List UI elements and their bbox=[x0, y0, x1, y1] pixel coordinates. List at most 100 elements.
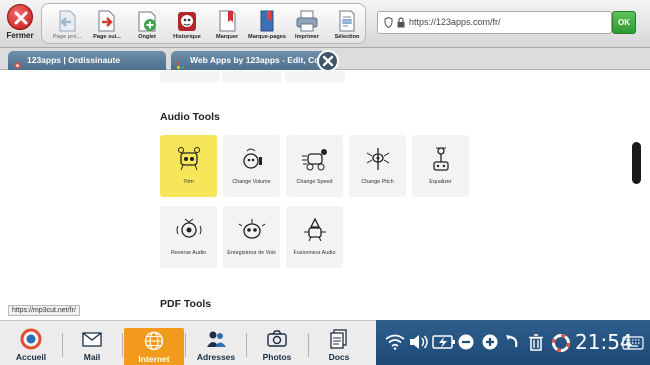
lock-icon bbox=[397, 17, 405, 28]
go-button[interactable]: OK bbox=[612, 11, 636, 34]
equalizer-robot-icon bbox=[433, 147, 449, 171]
close-app-button[interactable]: Fermer bbox=[2, 2, 38, 46]
history-button[interactable]: Historique bbox=[168, 7, 206, 43]
trim-robot-icon bbox=[178, 147, 200, 171]
voice-recorder-robot-icon bbox=[238, 219, 266, 239]
new-tab-icon bbox=[138, 11, 156, 32]
selection-button[interactable]: Sélection bbox=[328, 7, 366, 43]
close-icon bbox=[322, 55, 334, 67]
dock-label: Adresses bbox=[196, 352, 236, 362]
globe-icon bbox=[144, 331, 164, 351]
help-lifebuoy-icon[interactable] bbox=[552, 334, 570, 352]
dock-internet-button[interactable]: Internet bbox=[124, 328, 184, 365]
tool-card-reverse-audio[interactable]: Reverse Audio bbox=[160, 206, 217, 268]
bookmark-icon bbox=[219, 10, 236, 32]
tab-title: 123apps | Ordissinaute bbox=[27, 55, 121, 65]
volume-robot-icon bbox=[243, 148, 262, 169]
tab-favicon-icon bbox=[14, 57, 21, 69]
tool-card-change-pitch[interactable]: Change Pitch bbox=[349, 135, 406, 197]
tab-web-apps[interactable]: Web Apps by 123apps - Edit, Conv bbox=[171, 51, 327, 70]
trash-icon[interactable] bbox=[528, 334, 544, 351]
joiner-robot-icon bbox=[304, 217, 326, 242]
dock-label: Accueil bbox=[15, 352, 47, 362]
system-tray: 21:54 bbox=[376, 320, 650, 365]
bookmarks-icon bbox=[260, 10, 274, 32]
tab-title: Web Apps by 123apps - Edit, Conv bbox=[190, 55, 327, 65]
browser-toolbar: Fermer Page pré... Page sui... Onglet Hi… bbox=[0, 0, 650, 48]
tool-card-change-speed[interactable]: Change Speed bbox=[286, 135, 343, 197]
tool-card-audio-joiner[interactable]: Fusionneur Audio bbox=[286, 206, 343, 268]
toolbar-button-group: Page pré... Page sui... Onglet Historiqu… bbox=[41, 3, 366, 44]
previous-card-edge bbox=[285, 71, 345, 83]
dock-home-button[interactable]: Accueil bbox=[2, 326, 60, 365]
pdf-tools-heading: PDF Tools bbox=[160, 298, 212, 310]
dock-label: Docs bbox=[328, 352, 350, 362]
url-text: https://123apps.com/fr/ bbox=[409, 17, 501, 27]
dock-label: Internet bbox=[138, 354, 170, 364]
contacts-icon bbox=[207, 331, 226, 347]
tool-label: Reverse Audio bbox=[170, 250, 207, 256]
shield-icon bbox=[384, 17, 393, 28]
selection-icon bbox=[339, 10, 355, 32]
zoom-out-icon[interactable] bbox=[458, 334, 474, 350]
previous-card-edge bbox=[160, 71, 220, 83]
tool-card-equalizer[interactable]: Equalizer bbox=[412, 135, 469, 197]
tool-label: Enregistreur de Voix bbox=[227, 250, 276, 256]
tool-label: Change Speed bbox=[296, 179, 333, 185]
page-content: Audio Tools Trim Change Volume Change Sp… bbox=[0, 71, 650, 316]
tool-card-voice-recorder[interactable]: Enregistreur de Voix bbox=[223, 206, 280, 268]
mail-icon bbox=[82, 332, 102, 347]
tool-label: Equalizer bbox=[429, 179, 452, 185]
bookmarks-button[interactable]: Marque-pages bbox=[248, 7, 286, 43]
address-bar[interactable]: https://123apps.com/fr/ bbox=[377, 11, 612, 34]
battery-charging-icon bbox=[432, 335, 455, 349]
tool-card-change-volume[interactable]: Change Volume bbox=[223, 135, 280, 197]
tool-label: Change Pitch bbox=[361, 179, 394, 185]
print-button[interactable]: Imprimer bbox=[288, 7, 326, 43]
tab-123apps-ordissinaute[interactable]: 123apps | Ordissinaute bbox=[8, 51, 166, 70]
wifi-icon[interactable] bbox=[385, 334, 405, 350]
back-page-icon bbox=[59, 10, 76, 32]
close-tab-button[interactable] bbox=[317, 50, 339, 72]
dock-label: Mail bbox=[83, 352, 101, 362]
tool-label: Fusionneur Audio bbox=[293, 250, 336, 256]
new-tab-button[interactable]: Onglet bbox=[128, 7, 166, 43]
tool-card-trim[interactable]: Trim bbox=[160, 135, 217, 197]
forward-page-icon bbox=[98, 10, 115, 32]
dock-separator bbox=[185, 333, 186, 357]
browser-window: Fermer Page pré... Page sui... Onglet Hi… bbox=[0, 0, 650, 365]
previous-card-edge bbox=[222, 71, 282, 83]
close-app-label: Fermer bbox=[6, 31, 34, 40]
scrollbar-thumb[interactable] bbox=[632, 142, 641, 184]
bookmark-button[interactable]: Marquer bbox=[208, 7, 246, 43]
camera-icon bbox=[267, 330, 287, 347]
documents-icon bbox=[330, 329, 347, 349]
zoom-in-icon[interactable] bbox=[482, 334, 498, 350]
next-page-button[interactable]: Page sui... bbox=[88, 7, 126, 43]
dock-photos-button[interactable]: Photos bbox=[248, 326, 306, 365]
home-icon bbox=[20, 328, 42, 350]
reverse-robot-icon bbox=[176, 218, 202, 238]
undo-icon[interactable] bbox=[505, 334, 521, 350]
speed-robot-icon bbox=[302, 149, 327, 171]
dock-contacts-button[interactable]: Adresses bbox=[187, 326, 245, 365]
previous-page-button[interactable]: Page pré... bbox=[48, 7, 86, 43]
pitch-robot-icon bbox=[366, 148, 390, 170]
dock-separator bbox=[246, 333, 247, 357]
volume-icon[interactable] bbox=[409, 334, 429, 350]
link-preview-url: https://mp3cut.net/fr/ bbox=[8, 305, 80, 316]
close-icon bbox=[7, 4, 33, 30]
tool-label: Trim bbox=[183, 179, 194, 185]
history-icon bbox=[178, 12, 196, 31]
dock-label: Photos bbox=[262, 352, 292, 362]
tab-favicon-icon bbox=[177, 57, 184, 69]
dock-docs-button[interactable]: Docs bbox=[310, 326, 368, 365]
audio-tools-heading: Audio Tools bbox=[160, 111, 220, 123]
tool-label: Change Volume bbox=[232, 179, 271, 185]
selection-label: Sélection bbox=[334, 34, 360, 40]
keyboard-icon[interactable] bbox=[622, 336, 644, 350]
dock-mail-button[interactable]: Mail bbox=[63, 326, 155, 365]
printer-icon bbox=[296, 10, 318, 32]
dock-separator bbox=[122, 333, 123, 357]
dock-separator bbox=[308, 333, 309, 357]
